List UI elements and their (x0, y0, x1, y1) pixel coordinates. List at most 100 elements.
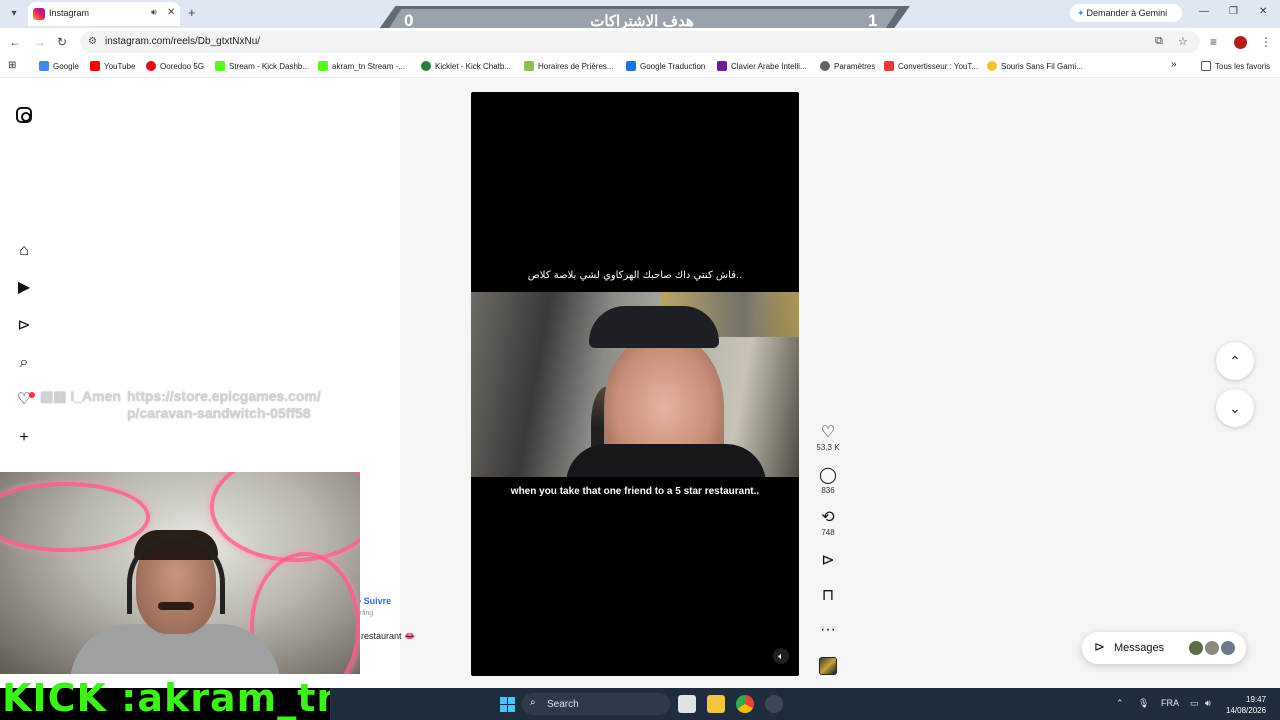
window-close-icon[interactable]: ✕ (1259, 6, 1267, 17)
mouse-icon (987, 61, 997, 71)
address-bar[interactable]: ⚙ instagram.com/reels/Db_gtxtNxNu/ ⧉ ☆ (80, 31, 1200, 53)
new-tab-button[interactable]: + (188, 5, 196, 20)
translate-icon (626, 61, 636, 71)
gemini-button[interactable]: ✦ Demander à Gemini (1070, 4, 1182, 22)
network-icon[interactable]: ▭ (1190, 698, 1199, 709)
video-subject-cap (589, 306, 719, 348)
repost-action[interactable]: ⟲ 748 (815, 509, 841, 537)
forward-icon[interactable]: → (34, 35, 46, 49)
like-action[interactable]: ♡ 53,3 K (815, 424, 841, 452)
original-audio-thumbnail[interactable] (819, 657, 837, 675)
tray-overflow-icon[interactable]: ⌃ (1116, 698, 1124, 709)
task-view-icon[interactable] (678, 695, 696, 713)
messages-button[interactable]: ⊳ Messages (1082, 632, 1246, 664)
kick-channel-label: KICK :akram_tn (2, 676, 345, 720)
microphone-icon[interactable]: 🎙︎ (1138, 698, 1149, 709)
heart-icon[interactable]: ♡ (815, 424, 841, 442)
streamer-webcam (0, 472, 360, 674)
volume-icon[interactable]: 🔈︎ (773, 648, 789, 664)
chrome-icon[interactable] (736, 695, 754, 713)
notification-dot (29, 392, 35, 398)
back-icon[interactable]: ← (9, 35, 21, 49)
tab-instagram[interactable]: Instagram 🔊︎ ✕ (28, 2, 180, 26)
bookmark-prayer-times[interactable]: Horaires de Prières... (524, 61, 614, 71)
share-send-icon[interactable]: ⊳ (815, 552, 841, 570)
bookmark-google[interactable]: Google (39, 61, 79, 71)
bookmark-ooredoo[interactable]: Ooredoo 5G (146, 61, 204, 71)
search-icon[interactable]: ⌕ (14, 353, 34, 373)
more-action[interactable]: ··· (815, 621, 841, 639)
donation-link-line2: p/caravan-sandwitch-05ff58 (127, 405, 311, 421)
avatar (1188, 640, 1204, 656)
all-bookmarks[interactable]: Tous les favoris (1201, 61, 1270, 71)
tab-search-icon[interactable]: ▾ (6, 6, 22, 22)
chevron-down-icon: ⌄ (1229, 400, 1241, 416)
kick-icon (318, 61, 328, 71)
folder-icon (1201, 61, 1211, 71)
file-explorer-icon[interactable] (707, 695, 725, 713)
bookmark-label: Kicklet - Kick Chatb... (435, 62, 512, 71)
bookmark-youtube[interactable]: YouTube (90, 61, 135, 71)
reel-video-frame[interactable] (471, 292, 799, 477)
taskbar-search[interactable]: ⌕ Search (522, 693, 670, 715)
messages-send-icon: ⊳ (1094, 639, 1105, 654)
apps-grid-icon[interactable]: ⊞ (8, 60, 16, 71)
create-plus-icon[interactable]: + (14, 428, 34, 448)
site-info-icon[interactable]: ⚙ (88, 36, 97, 47)
kicklet-icon (421, 61, 431, 71)
instagram-logo-icon[interactable] (16, 107, 32, 123)
obs-icon[interactable] (765, 695, 783, 713)
media-control-icon[interactable]: ≡ (1210, 35, 1217, 49)
comment-action[interactable]: ◯ 836 (815, 467, 841, 495)
bookmark-label: Google (53, 62, 79, 71)
bookmark-star-icon[interactable]: ☆ (1178, 35, 1188, 48)
home-icon[interactable]: ⌂ (14, 241, 34, 261)
bookmark-wireless-mouse[interactable]: Souris Sans Fil Gami... (987, 61, 1083, 71)
address-url[interactable]: instagram.com/reels/Db_gtxtNxNu/ (105, 36, 260, 47)
bookmark-arabic-keyboard[interactable]: Clavier Arabe Intelli... (717, 61, 807, 71)
share-action[interactable]: ⊳ (815, 552, 841, 570)
reel-video-player[interactable]: قاش كنتي داك صاحبك الهركاوي لشي بلاصة كل… (471, 92, 799, 676)
bookmark-youtube-converter[interactable]: Convertisseur : YouT... (884, 61, 978, 71)
ooredoo-icon (146, 61, 156, 71)
comment-icon[interactable]: ◯ (815, 467, 841, 485)
reload-icon[interactable]: ↻ (57, 35, 67, 49)
bookmark-akram-stream[interactable]: akram_tn Stream -... (318, 61, 405, 71)
avatar (1204, 640, 1220, 656)
windows-start-icon[interactable] (500, 697, 515, 712)
direct-send-icon[interactable]: ⊳ (14, 316, 34, 336)
speaker-icon[interactable]: 🔊︎ (151, 7, 157, 18)
language-indicator[interactable]: FRA (1161, 698, 1179, 708)
close-icon[interactable]: ✕ (167, 7, 175, 18)
install-app-icon[interactable]: ⧉ (1155, 35, 1163, 48)
menu-kebab-icon[interactable]: ⋮ (1260, 35, 1272, 49)
donation-link-line1: https://store.epicgames.com/ (127, 388, 321, 404)
bookmark-save-icon[interactable]: ⊓ (815, 587, 841, 605)
bookmark-label: Souris Sans Fil Gami... (1001, 62, 1083, 71)
all-bookmarks-label: Tous les favoris (1215, 62, 1271, 71)
bookmark-label: Convertisseur : YouT... (898, 62, 979, 71)
more-bookmarks-chevron-icon[interactable]: » (1171, 59, 1177, 70)
streamer-mustache (158, 602, 194, 610)
bookmark-kicklet[interactable]: Kicklet - Kick Chatb... (421, 61, 511, 71)
bookmark-label: Stream - Kick Dashb... (229, 62, 310, 71)
more-dots-icon[interactable]: ··· (815, 621, 841, 639)
reel-bottom-caption: when you take that one friend to a 5 sta… (510, 486, 760, 497)
comment-count: 836 (821, 486, 835, 495)
previous-reel-button[interactable]: ⌃ (1216, 342, 1254, 380)
reels-icon[interactable]: ▶ (14, 278, 34, 298)
repost-icon[interactable]: ⟲ (815, 509, 841, 527)
system-clock[interactable]: 19:47 14/08/2026 (1226, 694, 1266, 716)
next-reel-button[interactable]: ⌄ (1216, 389, 1254, 427)
save-action[interactable]: ⊓ (815, 587, 841, 605)
post-caption[interactable]: restaurant 👄 (361, 631, 415, 642)
volume-tray-icon[interactable]: 🔊︎ (1205, 698, 1211, 709)
bookmark-settings[interactable]: Paramètres (820, 61, 875, 71)
bookmark-kick-dashboard[interactable]: Stream - Kick Dashb... (215, 61, 309, 71)
minimize-icon[interactable]: — (1199, 6, 1209, 17)
bookmark-google-translate[interactable]: Google Traduction (626, 61, 705, 71)
profile-avatar[interactable] (1234, 36, 1247, 49)
clock-time: 19:47 (1246, 695, 1267, 704)
follow-button[interactable]: • Suivre (358, 596, 391, 606)
restore-icon[interactable]: ❐ (1229, 6, 1238, 17)
